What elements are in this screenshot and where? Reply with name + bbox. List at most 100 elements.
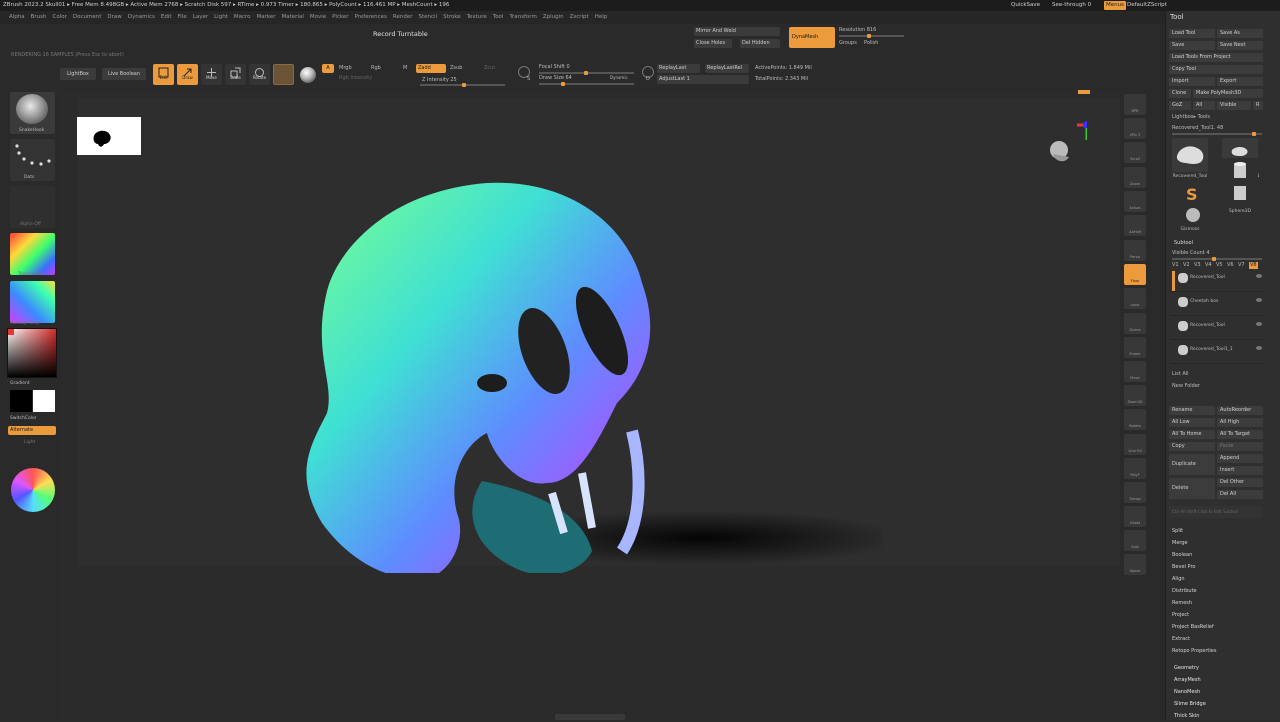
tool-thumb-sphere[interactable]: Sphere3D — [1222, 182, 1258, 216]
menu-alpha[interactable]: Alpha — [6, 11, 28, 24]
lightbox-tools-button[interactable]: Lightbox▸ Tools — [1172, 114, 1210, 121]
eye-icon[interactable] — [1256, 274, 1262, 278]
polish-toggle[interactable]: Polish — [864, 40, 878, 47]
replay-last-rel-button[interactable]: ReplayLastRel — [705, 64, 749, 73]
navigation-thumbnail[interactable] — [77, 117, 141, 155]
load-tools-from-project-button[interactable]: Load Tools From Project — [1169, 53, 1263, 62]
insert-button[interactable]: Insert — [1217, 466, 1263, 475]
append-button[interactable]: Append — [1217, 454, 1263, 463]
menu-marker[interactable]: Marker — [254, 11, 279, 24]
action-align[interactable]: Align — [1172, 573, 1185, 585]
shelf-solo-button[interactable]: Solo — [1124, 530, 1146, 551]
subtool-v8-button[interactable]: V8 — [1249, 262, 1258, 269]
visible-button[interactable]: Visible — [1217, 101, 1251, 110]
section-arraymesh[interactable]: ArrayMesh — [1174, 674, 1201, 686]
del-all-button[interactable]: Del All — [1217, 490, 1263, 499]
shelf-aahalf-button[interactable]: AAHalf — [1124, 215, 1146, 236]
section-slime-bridge[interactable]: Slime Bridge — [1174, 698, 1206, 710]
switch-color-button[interactable]: SwitchColor — [10, 415, 37, 422]
action-bevel-pro[interactable]: Bevel Pro — [1172, 561, 1195, 573]
adjust-last-slider[interactable]: AdjustLast 1 — [657, 75, 749, 84]
menus-toggle[interactable]: Menus — [1104, 1, 1126, 10]
subtool-row[interactable]: Recovered_Tool — [1170, 270, 1265, 292]
material-swatch-button[interactable] — [273, 64, 294, 85]
del-other-button[interactable]: Del Other — [1217, 478, 1263, 487]
action-boolean[interactable]: Boolean — [1172, 549, 1192, 561]
menu-render[interactable]: Render — [390, 11, 416, 24]
save-button[interactable]: Save — [1169, 41, 1215, 50]
draw-size-slider[interactable]: Draw Size 64 — [539, 75, 572, 82]
eye-icon[interactable] — [1256, 322, 1262, 326]
subtool-v5-button[interactable]: V5 — [1216, 262, 1223, 269]
z-intensity-slider[interactable]: Z Intensity 25 — [422, 77, 457, 84]
zsub-toggle[interactable]: Zsub — [450, 65, 462, 72]
menu-texture[interactable]: Texture — [464, 11, 490, 24]
goz-button[interactable]: GoZ — [1169, 101, 1191, 110]
view-gizmo[interactable] — [1047, 120, 1087, 180]
alpha-selector[interactable]: Alpha Off — [10, 186, 55, 228]
menu-help[interactable]: Help — [592, 11, 611, 24]
subtool-v1-button[interactable]: V1 — [1172, 262, 1179, 269]
shelf-polyf-button[interactable]: PolyF — [1124, 458, 1146, 479]
stroke-selector[interactable]: Dots — [10, 139, 55, 181]
quicksave-button[interactable]: QuickSave — [1011, 0, 1040, 11]
menu-color[interactable]: Color — [50, 11, 70, 24]
draw-mode-button[interactable]: Draw — [177, 64, 198, 85]
load-tool-button[interactable]: Load Tool — [1169, 29, 1215, 38]
edit-mode-button[interactable]: Edit — [153, 64, 174, 85]
menu-preferences[interactable]: Preferences — [352, 11, 390, 24]
shelf-actual-button[interactable]: Actual — [1124, 191, 1146, 212]
section-thick-skin[interactable]: Thick Skin — [1174, 710, 1199, 722]
subtool-row[interactable]: Recovered_Tool1_1 — [1170, 342, 1265, 364]
copy-tool-button[interactable]: Copy Tool — [1169, 65, 1263, 74]
tool-panel-title[interactable]: Tool — [1170, 14, 1184, 21]
all-to-target-button[interactable]: All To Target — [1217, 430, 1263, 439]
menu-movie[interactable]: Movie — [307, 11, 329, 24]
document-canvas[interactable] — [77, 98, 1120, 573]
see-through-slider[interactable]: See-through 0 — [1052, 0, 1091, 11]
duplicate-button[interactable]: Duplicate — [1169, 454, 1215, 475]
material-selector[interactable] — [10, 281, 55, 323]
list-all-button[interactable]: List All — [1172, 371, 1189, 378]
shelf-xpose-button[interactable]: Xpose — [1124, 554, 1146, 575]
tool-thumb-recovered[interactable]: Recovered_Tool — [1172, 138, 1208, 179]
section-geometry[interactable]: Geometry — [1174, 662, 1199, 674]
action-distribute[interactable]: Distribute — [1172, 585, 1197, 597]
close-holes-button[interactable]: Close Holes — [694, 39, 732, 48]
rename-button[interactable]: Rename — [1169, 406, 1215, 415]
action-project[interactable]: Project — [1172, 609, 1189, 621]
section-nanomesh[interactable]: NanoMesh — [1174, 686, 1200, 698]
r-button[interactable]: R — [1253, 101, 1263, 110]
default-zscript-button[interactable]: DefaultZScript — [1127, 0, 1167, 11]
del-hidden-button[interactable]: Del Hidden — [740, 39, 780, 48]
color-wheel[interactable] — [11, 468, 55, 512]
bottom-tray-handle[interactable] — [555, 714, 625, 720]
resolution-slider[interactable]: Resolution 816 — [839, 27, 876, 34]
subtool-row[interactable]: Cheetah bos — [1170, 294, 1265, 316]
shelf-zoom-button[interactable]: Zoom — [1124, 167, 1146, 188]
menu-edit[interactable]: Edit — [158, 11, 175, 24]
record-turntable-button[interactable]: Record Turntable — [373, 31, 428, 38]
mrgb-toggle[interactable]: Mrgb — [339, 65, 352, 72]
visible-count-slider[interactable]: Visible Count 4 — [1172, 250, 1210, 257]
main-color-swatch[interactable] — [10, 390, 32, 412]
copy-button[interactable]: Copy — [1169, 442, 1215, 451]
focal-shift-slider[interactable]: Focal Shift 0 — [539, 64, 570, 71]
shelf-scroll-button[interactable]: Scroll — [1124, 142, 1146, 163]
menu-draw[interactable]: Draw — [104, 11, 124, 24]
subtool-v2-button[interactable]: V2 — [1183, 262, 1190, 269]
menu-material[interactable]: Material — [279, 11, 307, 24]
a-toggle[interactable]: A — [322, 64, 334, 73]
subtool-v6-button[interactable]: V6 — [1227, 262, 1234, 269]
groups-toggle[interactable]: Groups — [839, 40, 857, 47]
secondary-color-swatch[interactable] — [33, 390, 55, 412]
material-sphere-icon[interactable] — [300, 67, 316, 83]
skull-model[interactable] — [302, 173, 882, 573]
menu-document[interactable]: Document — [70, 11, 105, 24]
shelf-gizmo-button[interactable]: Gizmo — [1124, 313, 1146, 334]
all-high-button[interactable]: All High — [1217, 418, 1263, 427]
menu-transform[interactable]: Transform — [506, 11, 539, 24]
all-to-home-button[interactable]: All To Home — [1169, 430, 1215, 439]
menu-light[interactable]: Light — [211, 11, 231, 24]
menu-zplugin[interactable]: Zplugin — [540, 11, 567, 24]
